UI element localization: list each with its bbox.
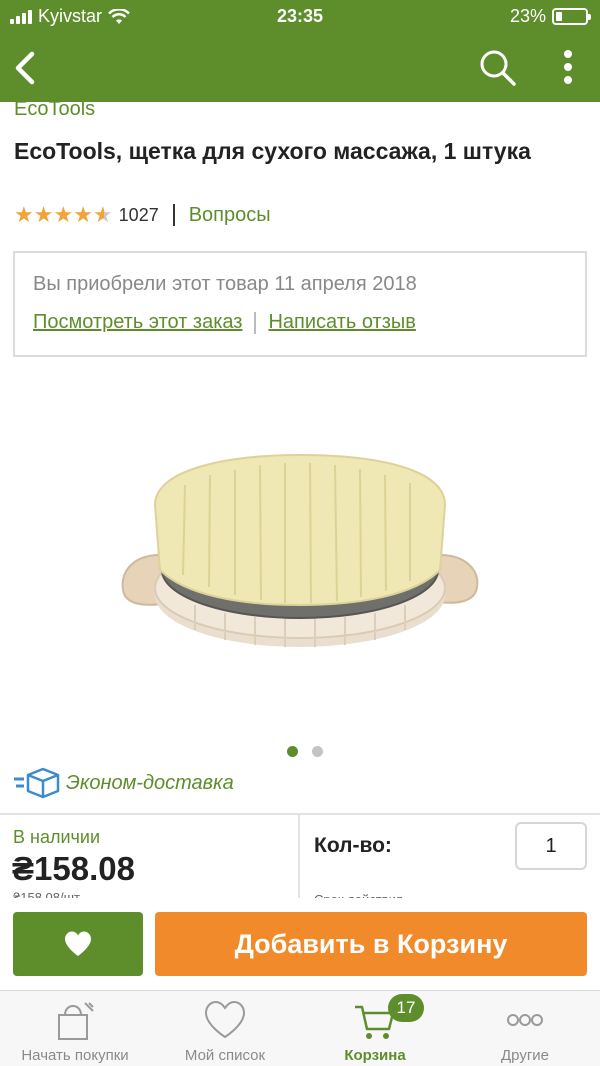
top-nav-bar bbox=[0, 34, 600, 102]
heart-icon bbox=[65, 931, 91, 956]
search-icon bbox=[480, 50, 516, 86]
divider bbox=[172, 204, 175, 226]
tab-my-list[interactable]: Мой список bbox=[150, 991, 300, 1066]
search-button[interactable] bbox=[474, 46, 522, 90]
stock-status: В наличии bbox=[13, 827, 101, 847]
more-vertical-icon bbox=[564, 50, 572, 84]
product-title: EcoTools, щетка для сухого массажа, 1 шт… bbox=[14, 138, 531, 164]
status-bar: Kyivstar 23:35 23% bbox=[0, 0, 600, 34]
add-to-cart-button[interactable]: Добавить в Корзину bbox=[155, 912, 587, 976]
purchase-notice-text: Вы приобрели этот товар 11 апреля 2018 bbox=[33, 273, 417, 295]
product-image[interactable] bbox=[115, 445, 485, 665]
cart-count-badge: 17 bbox=[388, 994, 424, 1022]
delivery-label: Эконом-доставка bbox=[66, 771, 234, 794]
delivery-box-icon bbox=[14, 767, 60, 799]
bottom-tab-bar: Начать покупки Мой список 17 Корзина Дру… bbox=[0, 990, 600, 1066]
brand-link[interactable]: EcoTools bbox=[14, 98, 95, 121]
star-icon: ★ bbox=[73, 202, 93, 227]
view-order-link[interactable]: Посмотреть этот заказ bbox=[33, 311, 242, 334]
gallery-pagination bbox=[287, 746, 323, 757]
star-icon: ★ bbox=[33, 202, 54, 227]
tab-label: Другие bbox=[500, 1047, 550, 1064]
bath-brush-image bbox=[121, 453, 479, 647]
questions-link[interactable]: Вопросы bbox=[189, 204, 271, 227]
battery-info: 23% bbox=[509, 6, 591, 27]
divider bbox=[254, 311, 257, 334]
review-count[interactable]: 1027 bbox=[119, 205, 159, 226]
tab-more[interactable]: Другие bbox=[450, 991, 600, 1066]
star-icon: ★ bbox=[53, 202, 74, 227]
more-horizontal-icon bbox=[507, 1014, 543, 1026]
tab-start-shopping[interactable]: Начать покупки bbox=[0, 991, 150, 1066]
add-to-wishlist-button[interactable] bbox=[13, 912, 143, 976]
shopping-bag-icon bbox=[58, 1002, 94, 1040]
purchase-notice: Вы приобрели этот товар 11 апреля 2018 П… bbox=[13, 251, 587, 357]
star-rating[interactable]: ★ ★ ★ ★ ★ bbox=[14, 204, 113, 226]
back-button[interactable] bbox=[8, 46, 48, 90]
tab-label: Начать покупки bbox=[21, 1047, 129, 1064]
tab-label: Корзина bbox=[344, 1047, 406, 1064]
half-star-icon: ★ bbox=[92, 202, 113, 227]
gallery-dot-active[interactable] bbox=[287, 746, 298, 757]
more-options-button[interactable] bbox=[548, 46, 588, 90]
battery-icon bbox=[552, 8, 591, 25]
tab-label: Мой список bbox=[184, 1047, 266, 1064]
divider bbox=[0, 813, 600, 815]
chevron-left-icon bbox=[15, 51, 35, 85]
battery-level bbox=[556, 12, 563, 21]
star-icon: ★ bbox=[14, 202, 34, 227]
write-review-link[interactable]: Написать отзыв bbox=[268, 311, 415, 334]
gallery-dot[interactable] bbox=[312, 746, 323, 757]
delivery-badge[interactable]: Эконом-доставка bbox=[12, 767, 234, 799]
tab-cart[interactable]: 17 Корзина bbox=[300, 991, 450, 1066]
rating-row: ★ ★ ★ ★ ★ 1027 Вопросы bbox=[14, 202, 271, 228]
quantity-label: Кол-во: bbox=[314, 834, 392, 857]
quantity-selector[interactable]: 1 bbox=[515, 822, 587, 870]
price: ₴158.08 bbox=[12, 850, 135, 887]
heart-outline-icon bbox=[204, 1000, 246, 1039]
purchase-notice-links: Посмотреть этот заказ Написать отзыв bbox=[33, 311, 416, 334]
action-bar: Добавить в Корзину bbox=[0, 898, 600, 990]
battery-percent: 23% bbox=[509, 6, 546, 26]
